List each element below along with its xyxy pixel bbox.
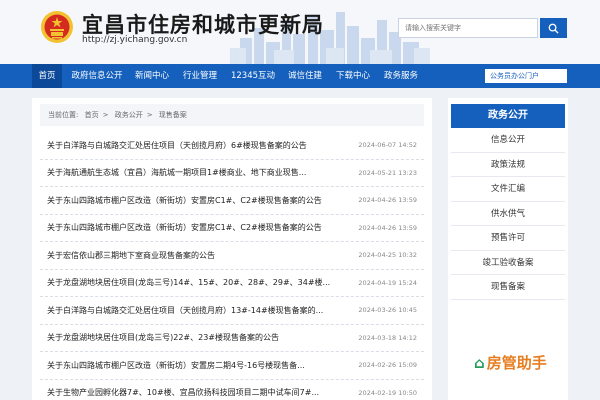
sidebar-item-policies[interactable]: 政策法规 <box>451 153 565 177</box>
main-nav: 首页 政府信息公开 新闻中心 行业管理 12345互动 诚信住建 下载中心 政务… <box>0 64 600 88</box>
list-item[interactable]: 关于生物产业园孵化器7#、10#楼、宜昌欣扬科技园项目二期中试车间7#... 20… <box>40 380 424 400</box>
list-item-date: 2024-04-26 13:59 <box>358 196 417 205</box>
list-item-title[interactable]: 关于龙盘湖地块居住项目(龙岛三号)22#、23#楼现售备案的公告 <box>47 332 279 343</box>
list-item[interactable]: 关于海航通航生态城（宜昌）海航城一期项目1#楼商业、地下商业现售... 2024-… <box>40 160 424 187</box>
list-item[interactable]: 关于东山四路城市棚户区改造（新街坊）安置房C1#、C2#楼现售备案的公告 2024… <box>40 187 424 215</box>
sidebar-menu: 信息公开 政策法规 文件汇编 供水供气 预售许可 竣工验收备案 现售备案 <box>451 128 565 300</box>
list-item-date: 2024-04-26 13:59 <box>358 223 417 232</box>
breadcrumb-current[interactable]: 现售备案 <box>159 111 187 119</box>
nav-item-services[interactable]: 政务服务 <box>379 64 423 88</box>
watermark: ⌂ 房管助手 <box>474 352 547 373</box>
sidebar-item-info-disclosure[interactable]: 信息公开 <box>451 128 565 153</box>
list-item-date: 2024-04-25 10:32 <box>358 251 417 260</box>
list-item-title[interactable]: 关于东山四路城市棚户区改造（新街坊）安置房C1#、C2#楼现售备案的公告 <box>47 195 322 206</box>
nav-item-industry[interactable]: 行业管理 <box>178 64 222 88</box>
nav-item-downloads[interactable]: 下载中心 <box>331 64 375 88</box>
content-panel: 当前位置: 首页 > 政务公开 > 现售备案 关于白洋路与白城路交汇处居住项目（天创… <box>32 98 432 400</box>
nav-item-news[interactable]: 新闻中心 <box>131 64 173 88</box>
list-item-title[interactable]: 关于白洋路与白城路交汇处居住项目（天创揽月府）6#楼现售备案的公告 <box>47 140 307 151</box>
sidebar-item-presale-permit[interactable]: 预售许可 <box>451 226 565 251</box>
search-input[interactable] <box>398 18 538 38</box>
list-item-title[interactable]: 关于生物产业园孵化器7#、10#楼、宜昌欣扬科技园项目二期中试车间7#... <box>47 387 319 398</box>
nav-item-12345[interactable]: 12345互动 <box>227 64 279 88</box>
list-item-title[interactable]: 关于海航通航生态城（宜昌）海航城一期项目1#楼商业、地下商业现售... <box>47 167 306 178</box>
list-item-date: 2024-05-21 13:23 <box>358 168 417 177</box>
nav-item-credit[interactable]: 诚信住建 <box>283 64 327 88</box>
search-button[interactable] <box>540 18 567 38</box>
breadcrumb: 当前位置: 首页 > 政务公开 > 现售备案 <box>40 104 424 126</box>
list-item-title[interactable]: 关于龙盘湖地块居住项目(龙岛三号)14#、15#、20#、28#、29#、34#… <box>47 277 330 288</box>
breadcrumb-separator: > <box>146 111 153 119</box>
list-item[interactable]: 关于白洋路与白城路交汇处居住项目（天创揽月府）6#楼现售备案的公告 2024-06… <box>40 132 424 160</box>
watermark-text: 房管助手 <box>486 354 547 372</box>
list-item[interactable]: 关于龙盘湖地块居住项目(龙岛三号)22#、23#楼现售备案的公告 2024-03-… <box>40 325 424 352</box>
list-item-title[interactable]: 关于白洋路与白城路交汇处居住项目（天创揽月府）13#-14#楼现售备案的... <box>47 305 323 316</box>
list-item-date: 2024-03-18 14:12 <box>358 333 417 342</box>
search-icon <box>548 23 559 34</box>
list-item-date: 2024-03-26 10:45 <box>358 306 417 315</box>
list-item-title[interactable]: 关于东山四路城市棚户区改造（新街坊）安置房二期4号-16号楼现售备... <box>47 360 305 371</box>
list-item[interactable]: 关于龙盘湖地块居住项目(龙岛三号)14#、15#、20#、28#、29#、34#… <box>40 270 424 297</box>
list-item-date: 2024-02-26 15:09 <box>358 361 417 370</box>
civil-servant-portal-button[interactable]: 公务员办公门户 <box>485 69 567 83</box>
nav-item-home[interactable]: 首页 <box>32 64 62 88</box>
breadcrumb-public-affairs[interactable]: 政务公开 <box>115 111 143 119</box>
house-manager-icon: ⌂ <box>474 354 485 372</box>
list-item[interactable]: 关于宏信依山郡三期地下室商业现售备案的公告 2024-04-25 10:32 <box>40 242 424 270</box>
site-header: 宜昌市住房和城市更新局 http://zj.yichang.gov.cn <box>0 0 600 64</box>
sidebar-item-documents[interactable]: 文件汇编 <box>451 177 565 202</box>
breadcrumb-home[interactable]: 首页 <box>85 111 99 119</box>
nav-item-gov-info[interactable]: 政府信息公开 <box>66 64 128 88</box>
list-item-date: 2024-04-19 15:24 <box>358 278 417 287</box>
sidebar-item-water-gas[interactable]: 供水供气 <box>451 202 565 226</box>
site-url: http://zj.yichang.gov.cn <box>82 35 188 45</box>
sidebar-item-sale-filing[interactable]: 现售备案 <box>451 275 565 300</box>
list-item[interactable]: 关于白洋路与白城路交汇处居住项目（天创揽月府）13#-14#楼现售备案的... 2… <box>40 297 424 325</box>
list-item[interactable]: 关于东山四路城市棚户区改造（新街坊）安置房二期4号-16号楼现售备... 2024… <box>40 352 424 380</box>
breadcrumb-separator: > <box>102 111 109 119</box>
breadcrumb-prefix: 当前位置: <box>48 111 79 119</box>
list-item-title[interactable]: 关于宏信依山郡三期地下室商业现售备案的公告 <box>47 250 215 261</box>
sidebar-title: 政务公开 <box>451 104 565 128</box>
list-item-date: 2024-02-19 10:50 <box>358 388 417 397</box>
sidebar-item-completion-filing[interactable]: 竣工验收备案 <box>451 251 565 275</box>
list-item-date: 2024-06-07 14:52 <box>358 141 417 150</box>
announcement-list: 关于白洋路与白城路交汇处居住项目（天创揽月府）6#楼现售备案的公告 2024-06… <box>40 132 424 400</box>
list-item-title[interactable]: 关于东山四路城市棚户区改造（新街坊）安置房C1#、C2#楼现售备案的公告 <box>47 222 322 233</box>
national-emblem-icon <box>41 11 73 43</box>
list-item[interactable]: 关于东山四路城市棚户区改造（新街坊）安置房C1#、C2#楼现售备案的公告 2024… <box>40 215 424 242</box>
